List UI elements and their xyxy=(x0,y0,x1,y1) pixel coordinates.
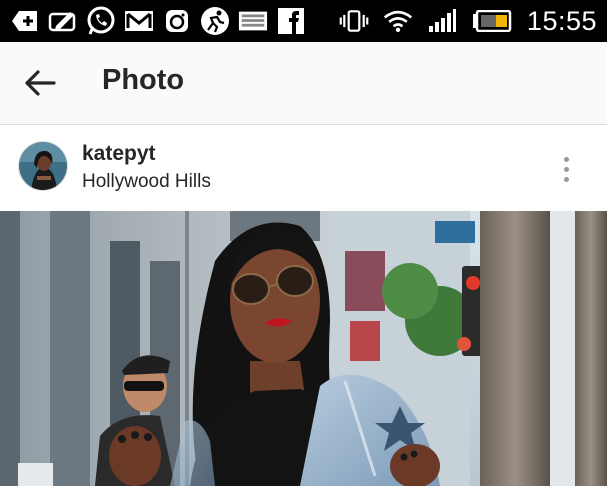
image-icon xyxy=(238,7,268,35)
more-options-button[interactable] xyxy=(550,150,582,188)
page-title: Photo xyxy=(102,64,185,96)
app-header: Photo xyxy=(0,42,607,125)
post-header: katepyt Hollywood Hills xyxy=(0,125,607,212)
gmail-icon xyxy=(124,7,154,35)
whatsapp-icon xyxy=(86,6,116,35)
post-location[interactable]: Hollywood Hills xyxy=(82,171,211,193)
more-vertical-icon xyxy=(563,156,569,162)
vibrate-icon xyxy=(339,7,369,35)
avatar[interactable] xyxy=(18,141,68,191)
add-icon xyxy=(10,7,40,35)
battery-icon xyxy=(471,7,513,35)
post-photo[interactable] xyxy=(0,211,607,486)
edit-icon xyxy=(48,7,78,35)
sports-icon xyxy=(200,7,230,35)
signal-icon xyxy=(427,7,457,35)
status-clock: 15:55 xyxy=(526,5,597,36)
notification-icons xyxy=(0,6,306,35)
facebook-icon xyxy=(276,7,306,35)
wifi-icon xyxy=(383,7,413,35)
post-username[interactable]: katepyt xyxy=(82,142,156,166)
status-bar: 15:55 xyxy=(0,0,607,42)
arrow-left-icon xyxy=(25,70,56,96)
system-icons: 15:55 xyxy=(339,0,597,42)
instagram-icon xyxy=(162,7,192,35)
back-button[interactable] xyxy=(22,66,58,100)
